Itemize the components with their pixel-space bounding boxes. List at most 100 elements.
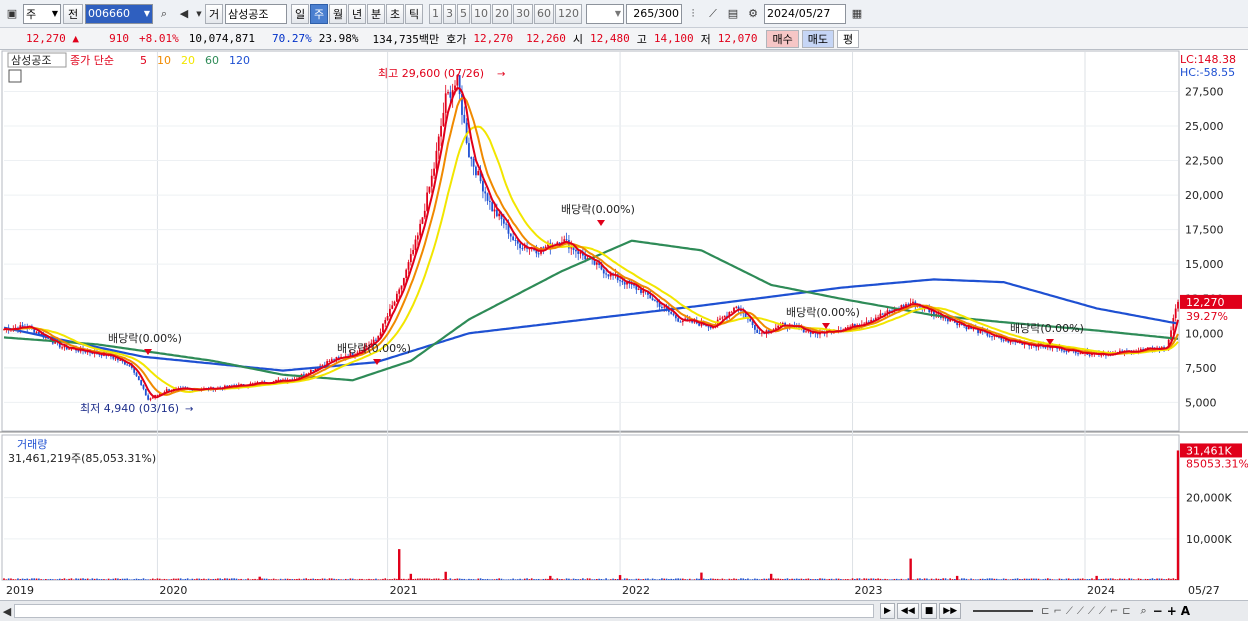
average-button[interactable]: 평 (836, 29, 860, 48)
zoom-slider[interactable] (973, 610, 1034, 612)
period-tab-3[interactable]: 년 (348, 3, 366, 24)
drawing-tools-strip[interactable]: ⊏⌐⟋⟋⟋⟋⌐⊏ (1041, 606, 1135, 617)
candle-body (151, 397, 154, 399)
price-chart[interactable]: 2019 2020 2021 2022 2023 2024 05/27 27,500 25,00… (0, 50, 1248, 600)
candle-style-icon[interactable]: ⫶ (684, 4, 702, 24)
interval-button-120[interactable]: 120 (555, 3, 582, 24)
volume-bar (1077, 578, 1079, 580)
line-tool-icon[interactable]: ⟋ (704, 4, 722, 24)
candle-body (498, 213, 501, 217)
zoom-button-2[interactable]: A (1181, 604, 1190, 618)
interval-button-20[interactable]: 20 (492, 3, 512, 24)
speaker-icon[interactable]: ◀ (175, 4, 193, 24)
market-select[interactable]: 주 ▼ (23, 3, 61, 24)
gear-icon[interactable]: ⚙ (744, 4, 762, 24)
volume-bar (858, 578, 861, 580)
x-tick-label: 2021 (390, 584, 418, 597)
volume-bar (247, 578, 249, 580)
period-tab-6[interactable]: 틱 (405, 3, 423, 24)
volume-bar (191, 578, 194, 580)
volume-bar (351, 578, 354, 580)
volume-bar (219, 578, 222, 580)
volume-bar (612, 578, 614, 580)
volume-bar (1065, 578, 1068, 580)
exchange-button[interactable]: 거 (205, 3, 223, 24)
chevron-down-icon[interactable]: ▼ (195, 4, 203, 24)
candle-body (400, 285, 403, 290)
volume-bar (477, 578, 480, 580)
volume-bar (103, 579, 105, 580)
volume-bar (816, 579, 819, 580)
playback-button-3[interactable]: ▶▶ (939, 603, 962, 619)
scroll-left-icon[interactable]: ◀ (0, 601, 14, 621)
volume-bar (77, 578, 80, 580)
volume-label: 거래량 (17, 438, 47, 451)
zoom-button-1[interactable]: + (1167, 604, 1177, 618)
horizontal-scrollbar[interactable] (14, 604, 874, 618)
volume-bar (1081, 578, 1084, 580)
period-tab-1[interactable]: 주 (310, 3, 328, 24)
volume-bar (600, 578, 603, 580)
bar-count-display[interactable]: 265/300 (626, 3, 682, 24)
volume-bar (1058, 578, 1061, 580)
volume-bar (705, 579, 707, 580)
playback-button-2[interactable]: ■ (920, 603, 938, 619)
period-tab-0[interactable]: 일 (291, 3, 309, 24)
candle-body (681, 321, 684, 323)
volume-bar (800, 578, 803, 580)
volume-bar (933, 579, 935, 580)
volume-bar (842, 579, 845, 580)
candle-body (407, 262, 410, 270)
stock-code-input[interactable]: 006660 ▼ (85, 3, 153, 24)
playback-controls: ▶ ◀◀ ■ ▶▶ (880, 603, 962, 619)
candle-body (637, 288, 640, 290)
save-icon[interactable]: ▤ (724, 4, 742, 24)
period-tab-2[interactable]: 월 (329, 3, 347, 24)
magnify-icon[interactable]: ⌕ (1135, 601, 1153, 621)
candle-body (128, 365, 131, 367)
zoom-button-0[interactable]: − (1153, 604, 1163, 618)
volume-bar (684, 579, 686, 580)
period-tab-4[interactable]: 분 (367, 3, 385, 24)
volume-bar (1114, 579, 1117, 580)
interval-button-5[interactable]: 5 (457, 3, 470, 24)
stock-name-field[interactable]: 삼성공조 (225, 3, 287, 24)
buy-button[interactable]: 매수 (766, 29, 799, 48)
playback-button-0[interactable]: ▶ (880, 603, 895, 619)
volume-bar (472, 579, 475, 580)
volume-bar (698, 578, 700, 580)
volume-bar (251, 579, 254, 580)
volume-bar (289, 579, 291, 580)
volume-bar (995, 578, 998, 580)
volume-bar (528, 579, 531, 580)
volume-bar (189, 579, 191, 580)
sell-button[interactable]: 매도 (801, 29, 834, 48)
candle-body (723, 315, 726, 318)
candle-body (491, 201, 494, 212)
volume-spike-bar (955, 575, 959, 580)
candle-body (477, 170, 480, 176)
playback-button-1[interactable]: ◀◀ (896, 603, 919, 619)
volume-bar (519, 578, 521, 580)
prefix-button[interactable]: 전 (63, 3, 83, 24)
calendar-icon[interactable]: ▦ (848, 4, 866, 24)
interval-button-30[interactable]: 30 (513, 3, 533, 24)
interval-button-1[interactable]: 1 (429, 3, 442, 24)
interval-button-10[interactable]: 10 (471, 3, 491, 24)
date-input[interactable]: 2024/05/27 (764, 3, 846, 24)
interval-button-60[interactable]: 60 (534, 3, 554, 24)
window-menu-icon[interactable]: ▣ (3, 4, 21, 24)
interval-input[interactable]: ▼ (586, 3, 624, 24)
period-tab-5[interactable]: 초 (386, 3, 404, 24)
volume-bar (1026, 578, 1028, 580)
volume-bar (1100, 578, 1103, 580)
volume-bar (1035, 578, 1037, 580)
volume-bar (675, 578, 677, 580)
volume-bar (947, 579, 949, 580)
volume-bar (993, 578, 996, 580)
interval-button-3[interactable]: 3 (443, 3, 456, 24)
volume-bar (647, 578, 649, 580)
volume-bar (719, 579, 721, 580)
search-icon[interactable]: ⌕ (155, 4, 173, 24)
volume-bar (1165, 579, 1168, 580)
